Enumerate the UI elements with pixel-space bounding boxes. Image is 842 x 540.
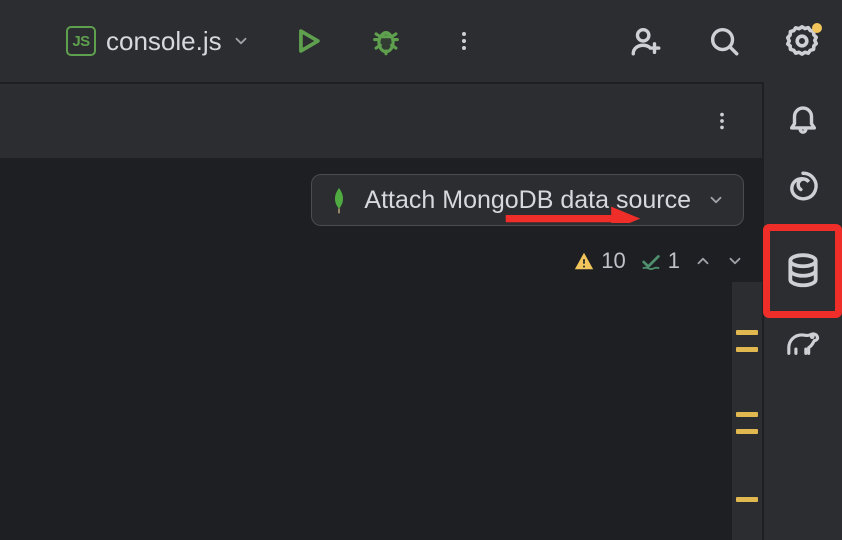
run-configuration-filename: console.js: [106, 26, 222, 57]
more-actions-button[interactable]: [444, 21, 484, 61]
database-tool-highlight: [763, 224, 842, 318]
inspection-widget[interactable]: 10 1: [0, 240, 762, 282]
editor-surface[interactable]: [0, 282, 762, 540]
error-stripe-marker[interactable]: [736, 497, 758, 502]
chevron-down-icon: [707, 191, 725, 209]
run-button[interactable]: [288, 21, 328, 61]
run-configuration-chip[interactable]: JS console.js: [66, 26, 250, 57]
error-stripe-marker[interactable]: [736, 429, 758, 434]
editor-tab-options-button[interactable]: [702, 101, 742, 141]
weak-warnings-count: 1: [668, 248, 680, 274]
editor-banner: Attach MongoDB data source: [0, 160, 762, 240]
editor-tab-bar: [0, 84, 762, 160]
chevron-up-icon[interactable]: [694, 252, 712, 270]
error-stripe-marker[interactable]: [736, 412, 758, 417]
attach-mongodb-label: Attach MongoDB data source: [364, 186, 691, 215]
search-everywhere-button[interactable]: [704, 21, 744, 61]
weak-warning-check-icon: [640, 250, 662, 272]
database-icon: [784, 252, 822, 290]
play-icon: [291, 24, 325, 58]
settings-button[interactable]: [782, 21, 822, 61]
mongodb-leaf-icon: [330, 186, 348, 214]
run-actions-group: [288, 21, 484, 61]
title-toolbar: JS console.js: [0, 0, 842, 82]
chevron-down-icon: [232, 32, 250, 50]
warnings-count: 10: [601, 248, 625, 274]
bug-icon: [369, 24, 403, 58]
kebab-icon: [711, 110, 733, 132]
run-configuration-group: JS console.js: [0, 26, 250, 57]
kebab-icon: [452, 29, 476, 53]
search-icon: [707, 24, 741, 58]
settings-update-dot-icon: [812, 23, 822, 33]
user-plus-icon: [629, 24, 663, 58]
code-with-me-button[interactable]: [626, 21, 666, 61]
nodejs-file-icon: JS: [66, 26, 96, 56]
error-stripe-rail[interactable]: [732, 282, 762, 540]
notifications-button[interactable]: [783, 98, 823, 138]
spiral-icon: [786, 169, 820, 203]
debug-button[interactable]: [366, 21, 406, 61]
js-icon-text: JS: [72, 33, 89, 50]
editor-area: Attach MongoDB data source 10: [0, 82, 764, 540]
error-stripe-marker[interactable]: [736, 330, 758, 335]
gradle-tool-button[interactable]: [783, 322, 823, 362]
right-tool-sidebar: [764, 82, 842, 540]
elephant-icon: [783, 325, 823, 359]
error-stripe-marker[interactable]: [736, 347, 758, 352]
bell-icon: [786, 101, 820, 135]
title-actions-group: [626, 21, 822, 61]
attach-mongodb-button[interactable]: Attach MongoDB data source: [311, 174, 744, 226]
weak-warnings-badge[interactable]: 1: [640, 248, 680, 274]
warnings-badge[interactable]: 10: [573, 248, 625, 274]
chevron-down-icon[interactable]: [726, 252, 744, 270]
ai-assistant-button[interactable]: [783, 166, 823, 206]
database-tool-button[interactable]: [783, 251, 823, 291]
warning-icon: [573, 250, 595, 272]
